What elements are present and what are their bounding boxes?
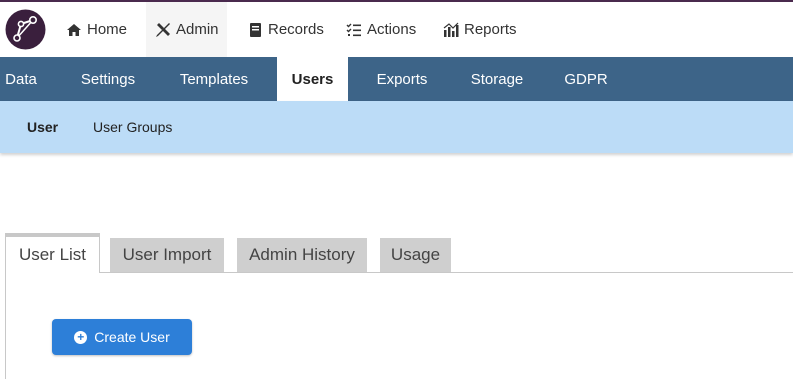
tab-usage[interactable]: Usage (380, 238, 451, 272)
nav-reports-label: Reports (464, 21, 517, 38)
subnav-exports-label: Exports (376, 70, 428, 88)
checklist-icon (346, 23, 361, 36)
subnav-settings[interactable]: Settings (72, 57, 144, 101)
tab-user-list[interactable]: User List (5, 233, 100, 273)
subnav-exports[interactable]: Exports (367, 57, 437, 101)
app-logo[interactable] (5, 9, 46, 50)
subnav-users-label: Users (291, 70, 334, 88)
subnav-data-label: Data (5, 70, 37, 88)
subnav-settings-label: Settings (80, 70, 136, 88)
tab-user-import-label: User Import (122, 245, 212, 264)
nav-actions-label: Actions (367, 21, 417, 38)
subnav-storage-label: Storage (470, 70, 524, 88)
nav-records-label: Records (268, 21, 324, 38)
subnav-gdpr[interactable]: GDPR (557, 57, 615, 101)
create-user-label: Create User (94, 329, 170, 345)
tools-icon (156, 22, 170, 37)
subnav-storage[interactable]: Storage (462, 57, 532, 101)
nav-home[interactable]: Home (58, 2, 136, 57)
book-icon (250, 22, 261, 37)
admin-subnav: Data Settings Templates Users Exports St… (0, 57, 793, 101)
nav-reports[interactable]: Reports (443, 2, 528, 57)
subnav-data[interactable]: Data (0, 57, 42, 101)
plus-circle-icon: + (74, 330, 88, 344)
create-user-button[interactable]: + Create User (52, 319, 192, 355)
nav-actions[interactable]: Actions (346, 2, 426, 57)
subsubnav-user-groups-label: User Groups (93, 119, 173, 135)
bar-chart-icon (443, 22, 459, 37)
tab-admin-history[interactable]: Admin History (237, 238, 367, 272)
nav-admin-label: Admin (176, 21, 219, 38)
subsubnav-user[interactable]: User (27, 101, 58, 153)
tab-admin-history-label: Admin History (249, 245, 355, 264)
tab-user-import[interactable]: User Import (110, 238, 224, 272)
top-navigation: Home Admin Records Actions Reports (0, 2, 793, 57)
nav-records[interactable]: Records (247, 2, 327, 57)
subnav-templates[interactable]: Templates (168, 57, 260, 101)
home-icon (67, 23, 81, 36)
nav-home-label: Home (87, 21, 128, 38)
subsubnav-user-label: User (27, 119, 59, 135)
subnav-gdpr-label: GDPR (564, 70, 608, 88)
nav-admin[interactable]: Admin (146, 2, 227, 57)
subnav-templates-label: Templates (179, 70, 249, 88)
users-subnav: User User Groups (0, 101, 793, 153)
subnav-users[interactable]: Users (277, 57, 348, 101)
tab-usage-label: Usage (390, 245, 441, 264)
tab-user-list-label: User List (18, 245, 87, 264)
subsubnav-user-groups[interactable]: User Groups (93, 101, 172, 153)
